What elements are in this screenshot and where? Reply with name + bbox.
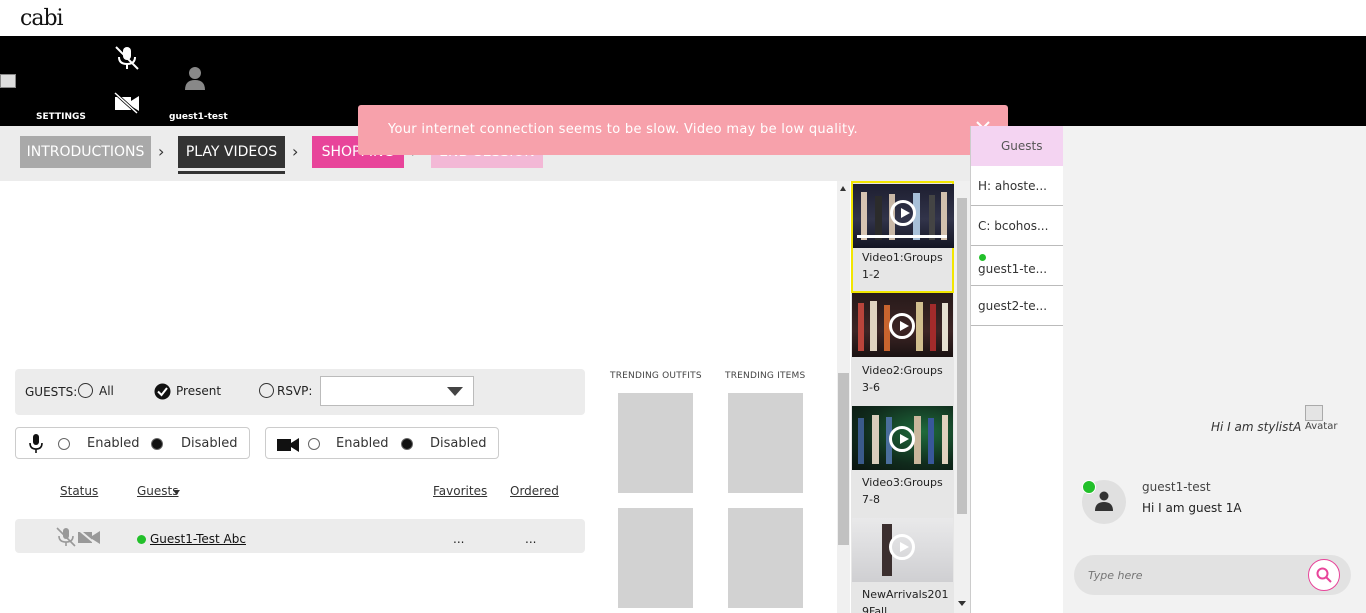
guest-list-label: guest1-te...: [978, 262, 1048, 276]
guest-list-label: guest2-te...: [978, 299, 1048, 313]
scrollbar-left[interactable]: [837, 181, 850, 613]
rsvp-select[interactable]: [320, 376, 474, 406]
mic-disabled-radio[interactable]: [151, 438, 163, 450]
radio-all[interactable]: [78, 383, 93, 398]
video-item[interactable]: Video2:Groups 3-6: [851, 293, 954, 405]
online-status-dot: [979, 254, 986, 261]
video-caption: NewArrivals2019Fall: [862, 588, 949, 613]
camera-toggle-group: Enabled Disabled: [265, 427, 499, 459]
guest-list-item[interactable]: guest2-te...: [971, 286, 1063, 326]
guest-panel: Guests H: ahoste... C: bcohos... guest1-…: [970, 126, 1063, 613]
guest-list-item[interactable]: guest1-te...: [971, 246, 1063, 286]
mic-enabled-label: Enabled: [87, 436, 140, 451]
guest-panel-header: Guests: [971, 126, 1063, 166]
cam-enabled-radio[interactable]: [308, 438, 320, 450]
video-caption: Video1:Groups 1-2: [862, 251, 943, 281]
guest-name-link[interactable]: Guest1-Test Abc: [150, 532, 246, 546]
cam-disabled-label: Disabled: [430, 436, 487, 451]
guests-filter-label: GUESTS:: [25, 385, 78, 399]
broken-image-icon: [0, 74, 16, 88]
video-thumbnail: [852, 406, 953, 470]
checked-circle-icon[interactable]: [154, 383, 171, 400]
play-icon[interactable]: [890, 200, 916, 226]
mic-toggle-group: Enabled Disabled: [15, 427, 250, 459]
video-caption: Video2:Groups 3-6: [862, 364, 943, 394]
video-camera-icon: [277, 438, 299, 452]
col-ordered[interactable]: Ordered: [510, 484, 559, 498]
step-introductions[interactable]: INTRODUCTIONS: [20, 136, 151, 168]
col-favorites[interactable]: Favorites: [433, 484, 487, 498]
camera-off-icon[interactable]: [113, 92, 141, 114]
play-icon[interactable]: [889, 534, 915, 560]
stylist-message: Hi I am stylistA: [1211, 420, 1302, 434]
settings-label[interactable]: SETTINGS: [36, 112, 86, 122]
video-item[interactable]: Video3:Groups 7-8: [851, 405, 954, 517]
chevron-right-icon: ›: [292, 142, 299, 161]
play-icon[interactable]: [889, 313, 915, 339]
guest-list-label: C: bcohos...: [978, 219, 1049, 233]
radio-rsvp-label: RSVP:: [277, 384, 313, 398]
chevron-right-icon: ›: [158, 142, 165, 161]
cam-disabled-radio[interactable]: [401, 438, 413, 450]
mic-muted-icon[interactable]: [113, 45, 141, 71]
mic-disabled-label: Disabled: [181, 436, 238, 451]
table-row: Guest1-Test Abc ... ...: [15, 519, 585, 553]
video-thumbnail: [853, 184, 954, 248]
mic-enabled-radio[interactable]: [58, 438, 70, 450]
sort-down-icon[interactable]: [173, 490, 180, 495]
ordered-value[interactable]: ...: [525, 532, 536, 546]
video-item[interactable]: Video1:Groups 1-2: [851, 181, 954, 293]
video-item[interactable]: NewArrivals2019Fall: [851, 517, 954, 613]
scroll-down-arrow[interactable]: [958, 601, 966, 606]
guest-message: Hi I am guest 1A: [1142, 501, 1242, 515]
user-icon: [1095, 491, 1113, 511]
chat-panel: Hi I am stylistA Avatar guest1-test Hi I…: [1063, 126, 1366, 613]
user-label: guest1-test: [169, 112, 228, 122]
user-avatar-icon: [185, 67, 205, 90]
video-thumbnail: [852, 518, 953, 582]
trending-outfits-label: TRENDING OUTFITS: [610, 371, 702, 381]
scroll-thumb[interactable]: [838, 373, 849, 545]
mic-muted-icon: [56, 527, 76, 547]
guest-list-label: H: ahoste...: [978, 179, 1047, 193]
video-thumbnail: [852, 293, 953, 357]
featured-video-list: Video1:Groups 1-2 Video2:Groups 3-6 Vide…: [851, 181, 954, 613]
chevron-down-icon: [447, 387, 463, 396]
chat-search-button[interactable]: [1308, 559, 1340, 591]
trending-item-tile[interactable]: [728, 508, 803, 608]
trending-items-label: TRENDING ITEMS: [725, 371, 806, 381]
online-status-dot: [1082, 480, 1096, 494]
scroll-up-arrow[interactable]: [840, 186, 846, 191]
slow-connection-toast: Your internet connection seems to be slo…: [358, 105, 1008, 155]
chat-input[interactable]: [1088, 565, 1298, 585]
trending-outfit-tile[interactable]: [618, 393, 693, 493]
search-icon: [1316, 567, 1332, 583]
radio-rsvp[interactable]: [259, 383, 274, 398]
broken-avatar-image: [1305, 405, 1323, 421]
chat-sender-name: guest1-test: [1142, 480, 1211, 494]
guest-list-item[interactable]: H: ahoste...: [971, 166, 1063, 206]
scroll-thumb[interactable]: [957, 198, 967, 514]
radio-present-label: Present: [176, 384, 222, 398]
toast-message: Your internet connection seems to be slo…: [388, 122, 858, 137]
active-step-underline: [178, 171, 285, 174]
guest-filter-bar: GUESTS: All Present RSVP:: [15, 369, 585, 415]
cam-enabled-label: Enabled: [336, 436, 389, 451]
avatar-alt-text: Avatar: [1305, 421, 1338, 432]
step-play-videos[interactable]: PLAY VIDEOS: [178, 136, 285, 168]
scrollbar-right[interactable]: [954, 181, 970, 613]
favorites-value[interactable]: ...: [453, 532, 464, 546]
cabi-logo: cabi: [20, 6, 64, 31]
guest-list-item[interactable]: C: bcohos...: [971, 206, 1063, 246]
radio-all-label: All: [99, 384, 114, 398]
video-caption: Video3:Groups 7-8: [862, 476, 943, 506]
online-status-dot: [137, 535, 146, 544]
play-icon[interactable]: [889, 426, 915, 452]
camera-off-icon: [78, 530, 100, 545]
trending-outfit-tile[interactable]: [618, 508, 693, 608]
trending-item-tile[interactable]: [728, 393, 803, 493]
chat-input-container: [1074, 555, 1351, 595]
microphone-icon: [29, 434, 43, 453]
col-status[interactable]: Status: [60, 484, 98, 498]
